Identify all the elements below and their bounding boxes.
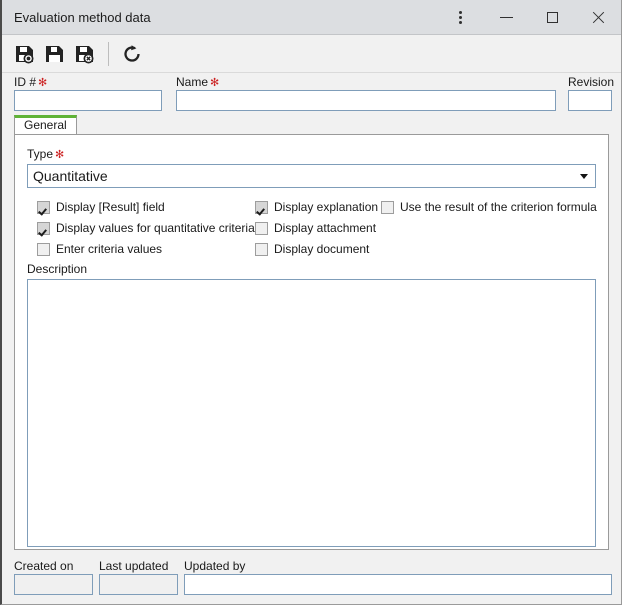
updated-by-input[interactable] bbox=[184, 574, 612, 595]
revision-field-group: Revision bbox=[568, 75, 615, 111]
checkbox-display-explanation[interactable]: Display explanation bbox=[255, 200, 378, 214]
close-icon bbox=[592, 11, 605, 24]
kebab-menu-icon bbox=[458, 10, 462, 24]
checkbox-use-criterion-formula-result[interactable]: Use the result of the criterion formula bbox=[381, 200, 597, 214]
tab-panel-general: Type ✻ Quantitative Display [Result] fiel… bbox=[14, 134, 609, 550]
footer-fields: Created on Last updated Updated by bbox=[2, 559, 621, 603]
created-on-input[interactable] bbox=[14, 574, 93, 595]
tabstrip: General bbox=[14, 115, 609, 134]
header-fields: ID # ✻ Name ✻ Revision bbox=[2, 73, 621, 115]
evaluation-method-window: Evaluation method data ID # ✻ Name ✻ Rev… bbox=[0, 0, 622, 605]
last-updated-input[interactable] bbox=[99, 574, 178, 595]
save-new-icon bbox=[16, 45, 34, 63]
checkbox-label: Display values for quantitative criteria bbox=[56, 221, 255, 235]
save-icon bbox=[46, 45, 63, 62]
tab-general[interactable]: General bbox=[14, 115, 77, 134]
titlebar: Evaluation method data bbox=[2, 0, 621, 35]
options-checkbox-grid: Display [Result] field Display values fo… bbox=[27, 200, 597, 258]
checkbox-label: Display document bbox=[274, 242, 370, 256]
id-field-group: ID # ✻ bbox=[14, 75, 162, 111]
checkbox-label: Display explanation bbox=[274, 200, 379, 214]
created-on-field-group: Created on bbox=[14, 559, 93, 595]
checkbox-enter-criteria-values[interactable]: Enter criteria values bbox=[37, 242, 162, 256]
maximize-icon bbox=[546, 11, 558, 23]
maximize-button[interactable] bbox=[529, 0, 575, 34]
checkbox-label: Use the result of the criterion formula bbox=[400, 200, 597, 214]
refresh-button[interactable] bbox=[117, 39, 147, 69]
checkbox-display-result-field[interactable]: Display [Result] field bbox=[37, 200, 165, 214]
save-new-button[interactable] bbox=[10, 39, 40, 69]
chevron-down-icon bbox=[573, 173, 595, 179]
refresh-icon bbox=[124, 44, 140, 62]
toolbar bbox=[2, 35, 621, 73]
type-select[interactable]: Quantitative bbox=[27, 164, 596, 188]
updated-by-label: Updated by bbox=[184, 559, 246, 573]
required-marker-id: ✻ bbox=[38, 76, 48, 89]
name-field-group: Name ✻ bbox=[176, 75, 556, 111]
updated-by-field-group: Updated by bbox=[184, 559, 612, 595]
name-input[interactable] bbox=[176, 90, 556, 111]
close-button[interactable] bbox=[575, 0, 621, 34]
last-updated-label: Last updated bbox=[99, 559, 169, 573]
minimize-button[interactable] bbox=[483, 0, 529, 34]
checkbox-box bbox=[37, 242, 50, 256]
type-select-value: Quantitative bbox=[33, 168, 108, 184]
checkbox-box bbox=[255, 200, 268, 214]
checkbox-label: Enter criteria values bbox=[56, 242, 163, 256]
id-input[interactable] bbox=[14, 90, 162, 111]
save-close-button[interactable] bbox=[70, 39, 100, 69]
last-updated-field-group: Last updated bbox=[99, 559, 178, 595]
checkbox-box bbox=[37, 221, 50, 235]
revision-input[interactable] bbox=[568, 90, 612, 111]
minimize-icon bbox=[499, 16, 513, 18]
id-label: ID # ✻ bbox=[14, 75, 48, 89]
checkbox-display-values-quantitative[interactable]: Display values for quantitative criteria bbox=[37, 221, 255, 235]
required-marker-name: ✻ bbox=[210, 76, 220, 89]
created-on-label: Created on bbox=[14, 559, 74, 573]
checkbox-label: Display [Result] field bbox=[56, 200, 165, 214]
window-title: Evaluation method data bbox=[14, 9, 151, 25]
description-textarea[interactable] bbox=[27, 279, 596, 547]
checkbox-box bbox=[37, 200, 50, 214]
name-label: Name ✻ bbox=[176, 75, 220, 89]
checkbox-display-document[interactable]: Display document bbox=[255, 242, 369, 256]
checkbox-box bbox=[255, 242, 268, 256]
revision-label: Revision bbox=[568, 75, 615, 89]
window-menu-button[interactable] bbox=[437, 0, 483, 34]
required-marker-type: ✻ bbox=[55, 148, 65, 161]
checkbox-display-attachment[interactable]: Display attachment bbox=[255, 221, 376, 235]
save-close-icon bbox=[76, 45, 94, 63]
type-label: Type ✻ bbox=[27, 147, 65, 161]
checkbox-box bbox=[381, 200, 394, 214]
toolbar-separator bbox=[108, 41, 109, 66]
save-button[interactable] bbox=[40, 39, 70, 69]
checkbox-label: Display attachment bbox=[274, 221, 377, 235]
checkbox-box bbox=[255, 221, 268, 235]
description-label: Description bbox=[27, 262, 88, 276]
